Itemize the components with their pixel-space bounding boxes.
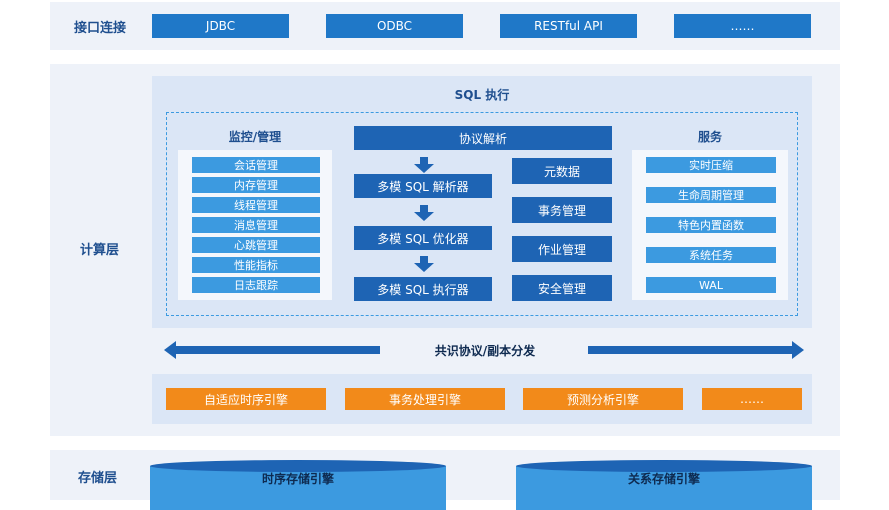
- monitor-title: 监控/管理: [228, 129, 282, 144]
- jdbc-box: JDBC: [152, 14, 289, 38]
- sql-executor-box: 多模 SQL 执行器: [354, 277, 492, 301]
- service-item: WAL: [646, 277, 776, 293]
- protocol-parsing-box: 协议解析: [354, 126, 612, 150]
- services-title: 服务: [697, 129, 722, 144]
- monitor-item: 消息管理: [192, 217, 320, 233]
- ts-storage-engine-label: 时序存储引擎: [261, 471, 334, 486]
- transaction-mgmt-box: 事务管理: [512, 197, 612, 223]
- monitor-item: 日志跟踪: [192, 277, 320, 293]
- job-mgmt-box: 作业管理: [512, 236, 612, 262]
- compute-layer-label: 计算层: [80, 242, 120, 258]
- metadata-box: 元数据: [512, 158, 612, 184]
- down-arrow-icon: [414, 157, 434, 173]
- right-arrow-icon: [588, 341, 804, 359]
- sql-optimizer-box: 多模 SQL 优化器: [354, 226, 492, 250]
- odbc-box: ODBC: [326, 14, 463, 38]
- monitor-item: 心跳管理: [192, 237, 320, 253]
- predictive-engine-box: 预测分析引擎: [523, 388, 683, 410]
- down-arrow-icon: [414, 205, 434, 221]
- service-item: 生命周期管理: [646, 187, 776, 203]
- interface-layer-label: 接口连接: [74, 20, 127, 36]
- monitor-item: 线程管理: [192, 197, 320, 213]
- consensus-label: 共识协议/副本分发: [434, 343, 536, 358]
- storage-layer-label: 存储层: [78, 470, 118, 486]
- left-arrow-icon: [164, 341, 380, 359]
- monitor-item: 内存管理: [192, 177, 320, 193]
- more-engines-box: ……: [702, 388, 802, 410]
- adaptive-ts-engine-box: 自适应时序引擎: [166, 388, 326, 410]
- transaction-engine-box: 事务处理引擎: [345, 388, 505, 410]
- more-interfaces-box: ……: [674, 14, 811, 38]
- sql-execution-title: SQL 执行: [454, 87, 510, 102]
- sql-parser-box: 多模 SQL 解析器: [354, 174, 492, 198]
- restful-api-box: RESTful API: [500, 14, 637, 38]
- monitor-item: 性能指标: [192, 257, 320, 273]
- down-arrow-icon: [414, 256, 434, 272]
- security-mgmt-box: 安全管理: [512, 275, 612, 301]
- service-item: 系统任务: [646, 247, 776, 263]
- relational-storage-engine-label: 关系存储引擎: [627, 471, 700, 486]
- service-item: 特色内置函数: [646, 217, 776, 233]
- service-item: 实时压缩: [646, 157, 776, 173]
- monitor-item: 会话管理: [192, 157, 320, 173]
